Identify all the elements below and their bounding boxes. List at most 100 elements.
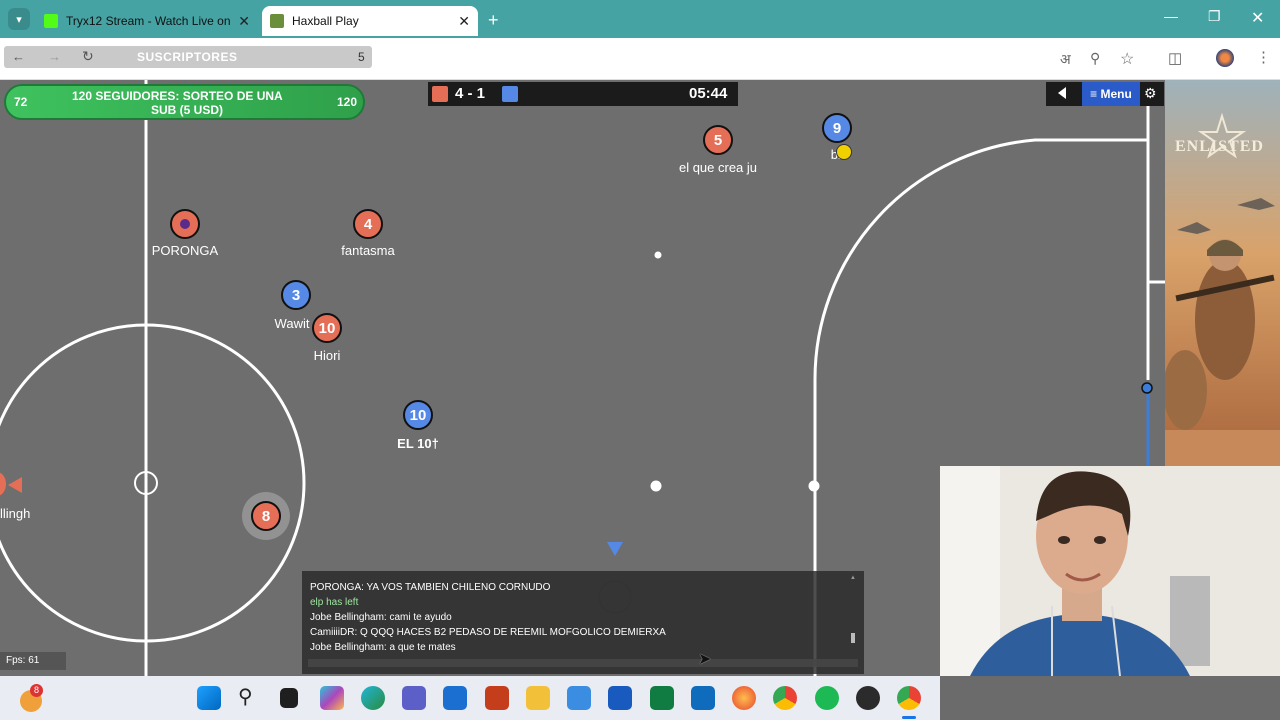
chrome-icon[interactable] [773,686,797,710]
close-window-button[interactable]: ✕ [1251,8,1264,28]
ball [836,144,852,160]
blue-team-swatch [502,86,518,102]
chat-line-system: elp has left [310,597,359,608]
webcam-feed [940,466,1280,676]
mouse-cursor-icon: ➤ [698,651,712,668]
subscribers-label: SUSCRIPTORES [137,50,238,64]
tab-kick-stream[interactable]: Tryx12 Stream - Watch Live on K ✕ [36,6,258,36]
reload-icon[interactable]: ↻ [82,48,94,65]
copilot-icon[interactable] [320,686,344,710]
active-app-indicator [902,716,916,719]
player-disc-el-10: 10 [403,400,433,430]
windows-taskbar: 8 ⚲ [0,676,940,720]
chrome-profile-icon[interactable] [897,686,921,710]
player-name-el-10: EL 10† [397,436,439,451]
game-chat-log[interactable]: PORONGA: YA VOS TAMBIEN CHILENO CORNUDO … [302,571,864,674]
close-icon: ✕ [1251,10,1265,27]
chat-line: Jobe Bellingham: a que te mates [310,642,456,653]
back-icon[interactable]: ← [12,49,25,64]
search-icon[interactable]: ⚲ [238,684,253,709]
scroll-up-icon[interactable]: ▲ [850,575,856,581]
enlisted-logo-text: ENLISTED [1175,138,1264,155]
streamer-image [940,466,1280,676]
score: 4 - 1 [455,85,486,102]
player-name-hiori: Hiori [313,348,341,363]
fps-counter: Fps: 61 [0,652,66,670]
browser-tab-strip: ▾ Tryx12 Stream - Watch Live on K ✕ Haxb… [0,0,1280,38]
scroll-thumb[interactable] [851,633,855,643]
player-disc-b2: 9 [822,113,852,143]
player-disc-hiori: 10 [312,313,342,343]
followers-goal-bar: 72 120 SEGUIDORES: SORTEO DE UNA SUB (5 … [4,84,365,120]
player-disc-wawit: 3 [281,280,311,310]
new-tab-button[interactable]: + [488,10,499,31]
game-menu-bar: ≡ Menu ⚙ [1046,82,1164,106]
scoreboard: 4 - 1 05:44 [428,82,738,106]
notification-badge: 8 [30,684,43,697]
tab-haxball-play[interactable]: Haxball Play ✕ [262,6,478,36]
chat-scrollbar[interactable]: ▲ [850,575,856,651]
more-icon[interactable]: ⋮ [1256,48,1271,66]
file-explorer-dark-icon[interactable] [280,688,298,708]
minimize-button[interactable]: — [1164,8,1178,24]
profile-icon[interactable] [1216,49,1234,67]
extensions-icon[interactable]: ◫ [1168,49,1182,67]
match-timer: 05:44 [689,85,728,102]
store-icon[interactable] [443,686,467,710]
followers-current: 72 [14,95,28,109]
powerpoint-icon[interactable] [485,686,509,710]
offscreen-player-arrow-blue [607,542,623,556]
firefox-icon[interactable] [732,686,756,710]
outlook-icon[interactable] [691,686,715,710]
player-name-el-que-crea: el que crea ju [678,160,758,175]
browser-toolbar: ← → ↻ SUSCRIPTORES 5 अ ⚲ ☆ ◫ ⋮ [0,38,1280,80]
edge-icon[interactable] [361,686,385,710]
player-name-wawit: Wawit [274,316,310,331]
offscreen-player-arrow [8,477,22,493]
plus-icon: + [488,10,499,30]
zoom-icon[interactable]: ⚲ [1090,50,1100,67]
star-icon[interactable]: ☆ [1120,49,1134,69]
close-tab-icon[interactable]: ✕ [238,13,250,30]
excel-icon[interactable] [650,686,674,710]
photos-icon[interactable] [567,686,591,710]
player-name-poronga: PORONGA [151,243,219,258]
translate-icon[interactable]: अ [1060,50,1071,69]
obs-icon[interactable] [856,686,880,710]
player-disc-fantasma: 4 [353,209,383,239]
restore-button[interactable]: ❐ [1208,8,1221,25]
tab-search-button[interactable]: ▾ [8,8,30,30]
player-disc-8: 8 [251,501,281,531]
red-team-swatch [432,86,448,102]
player-name-fantasma: fantasma [341,243,395,258]
player-name-offscreen: llingh [0,506,31,521]
subscribers-overlay: ← → ↻ SUSCRIPTORES 5 [4,46,372,68]
player-disc-poronga [170,209,200,239]
player-disc-el-que-crea: 5 [703,125,733,155]
folder-icon[interactable] [526,686,550,710]
chat-line: PORONGA: YA VOS TAMBIEN CHILENO CORNUDO [310,582,551,593]
followers-goal-text-line2: SUB (5 USD) [151,103,224,117]
player-center-dot [180,219,190,229]
chevron-down-icon: ▾ [16,13,22,26]
teams-icon[interactable] [402,686,426,710]
forward-icon[interactable]: → [48,49,61,64]
chat-line: CamiiiiDR: Q QQQ HACES B2 PEDASO DE REEM… [310,627,666,638]
spotify-icon[interactable] [815,686,839,710]
enlisted-ad-panel: ENLISTED [1165,80,1280,466]
subscribers-count: 5 [358,50,365,64]
chat-line: Jobe Bellingham: cami te ayudo [310,612,452,623]
followers-goal-text-line1: 120 SEGUIDORES: SORTEO DE UNA [72,89,283,103]
chat-input[interactable] [308,659,858,667]
kick-favicon-icon [44,14,58,28]
minimize-icon: — [1164,8,1178,24]
hamburger-icon: ≡ [1090,87,1098,101]
menu-button[interactable]: ≡ Menu [1082,82,1140,106]
windows-start-icon[interactable] [197,686,221,710]
followers-target: 120 [337,95,358,109]
gear-icon[interactable]: ⚙ [1144,85,1157,102]
close-tab-icon[interactable]: ✕ [458,13,470,30]
restore-icon: ❐ [1208,8,1221,24]
triangle-left-icon[interactable] [1058,87,1066,99]
word-icon[interactable] [608,686,632,710]
